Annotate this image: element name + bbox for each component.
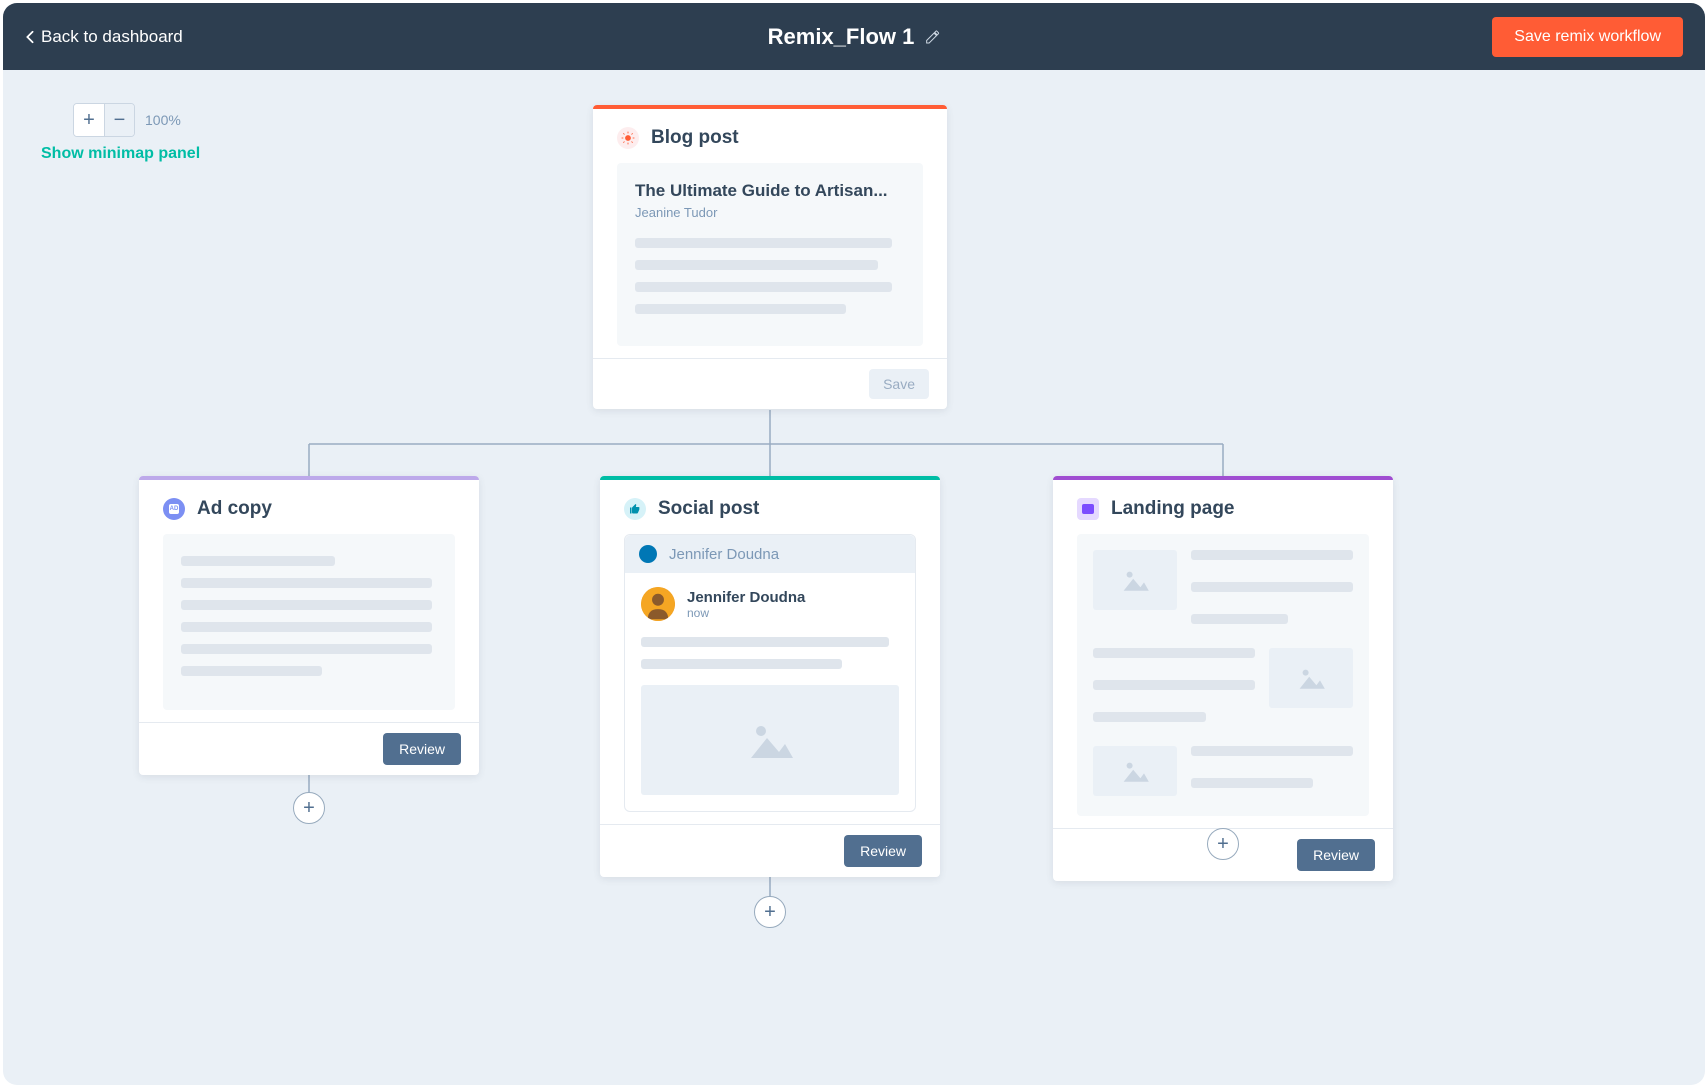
social-timestamp: now <box>687 606 805 620</box>
social-account: Jennifer Doudna <box>669 546 779 563</box>
workflow-title-wrap: Remix_Flow 1 <box>768 24 941 50</box>
social-username: Jennifer Doudna <box>687 589 805 606</box>
edit-icon[interactable] <box>924 29 940 45</box>
add-node-button[interactable]: + <box>1207 828 1239 860</box>
landing-page-icon <box>1077 498 1099 520</box>
image-placeholder <box>641 685 899 795</box>
linkedin-icon <box>639 545 657 563</box>
card-title: Blog post <box>651 127 739 149</box>
chevron-left-icon <box>25 30 35 44</box>
social-post-card[interactable]: Social post Jennifer Doudna Jennifer Dou… <box>600 476 940 877</box>
back-label: Back to dashboard <box>41 27 183 47</box>
card-title: Ad copy <box>197 498 272 520</box>
top-bar: Back to dashboard Remix_Flow 1 Save remi… <box>3 3 1705 70</box>
thumbs-up-icon <box>624 498 646 520</box>
add-node-button[interactable]: + <box>754 896 786 928</box>
back-to-dashboard-link[interactable]: Back to dashboard <box>25 27 183 47</box>
landing-preview <box>1077 534 1369 816</box>
card-title: Social post <box>658 498 759 520</box>
add-node-button[interactable]: + <box>293 792 325 824</box>
ad-review-button[interactable]: Review <box>383 733 461 765</box>
ad-copy-card[interactable]: AD Ad copy Review <box>139 476 479 775</box>
ad-preview <box>163 534 455 710</box>
zoom-in-button[interactable]: + <box>74 104 104 136</box>
landing-page-card[interactable]: Landing page <box>1053 476 1393 881</box>
avatar <box>641 587 675 621</box>
zoom-level: 100% <box>145 112 181 128</box>
zoom-out-button[interactable]: − <box>104 104 134 136</box>
blog-icon <box>617 127 639 149</box>
card-title: Landing page <box>1111 498 1235 520</box>
zoom-controls: + − 100% <box>73 103 181 137</box>
blog-post-card[interactable]: Blog post The Ultimate Guide to Artisan.… <box>593 105 947 409</box>
workflow-title: Remix_Flow 1 <box>768 24 915 50</box>
ad-icon: AD <box>163 498 185 520</box>
blog-preview: The Ultimate Guide to Artisan... Jeanine… <box>617 163 923 346</box>
workflow-canvas[interactable]: + − 100% Show minimap panel Blog post Th… <box>3 70 1705 1085</box>
blog-post-author: Jeanine Tudor <box>635 205 905 220</box>
blog-save-button[interactable]: Save <box>869 369 929 399</box>
save-workflow-button[interactable]: Save remix workflow <box>1492 17 1683 57</box>
social-preview: Jennifer Doudna Jennifer Doudna now <box>624 534 916 812</box>
social-review-button[interactable]: Review <box>844 835 922 867</box>
landing-review-button[interactable]: Review <box>1297 839 1375 871</box>
blog-post-title: The Ultimate Guide to Artisan... <box>635 181 905 201</box>
show-minimap-link[interactable]: Show minimap panel <box>41 145 200 163</box>
